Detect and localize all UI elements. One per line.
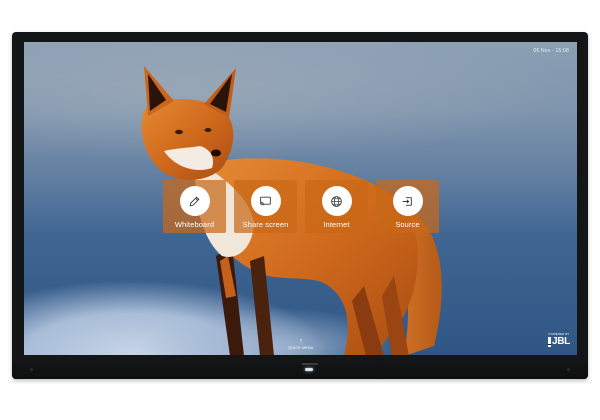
quick-menu-button[interactable]: ↑ QUICK MENU bbox=[283, 338, 319, 350]
sensor-dot-right bbox=[567, 368, 570, 371]
internet-icon-circle bbox=[321, 186, 352, 216]
input-source-icon bbox=[402, 196, 412, 206]
source-icon-circle bbox=[392, 186, 423, 216]
whiteboard-label: Whiteboard bbox=[174, 220, 215, 229]
internet-tile[interactable]: Internet bbox=[305, 180, 368, 233]
jbl-logo-mark: JBL bbox=[547, 337, 571, 347]
jbl-logo-text: JBL bbox=[552, 336, 570, 347]
source-label: Source bbox=[395, 220, 420, 229]
globe-icon bbox=[331, 195, 342, 207]
share-screen-icon-circle bbox=[250, 186, 281, 216]
internet-label: Internet bbox=[323, 220, 350, 229]
jbl-exclamation-icon bbox=[548, 337, 551, 347]
bezel-brand-mark bbox=[302, 363, 318, 365]
whiteboard-tile[interactable]: Whiteboard bbox=[163, 180, 226, 233]
power-led-indicator bbox=[305, 368, 313, 371]
status-datetime: 06 Nov · 15:08 bbox=[533, 48, 569, 54]
share-screen-label: Share screen bbox=[242, 220, 289, 229]
whiteboard-icon-circle bbox=[179, 186, 210, 216]
launcher-tiles: Whiteboard Share screen Internet Source bbox=[163, 180, 439, 233]
bezel-bottom-bar bbox=[12, 357, 588, 379]
cast-screen-icon bbox=[260, 196, 271, 205]
pencil-icon bbox=[189, 196, 200, 206]
arrow-up-icon: ↑ bbox=[299, 338, 303, 345]
sensor-dot-left bbox=[30, 368, 33, 371]
quick-menu-label: QUICK MENU bbox=[288, 346, 314, 350]
source-tile[interactable]: Source bbox=[376, 180, 439, 233]
home-screen: 06 Nov · 15:08 Whiteboard Share screen I… bbox=[24, 42, 577, 355]
page: 06 Nov · 15:08 Whiteboard Share screen I… bbox=[0, 0, 600, 420]
share-screen-tile[interactable]: Share screen bbox=[234, 180, 297, 233]
jbl-brand-logo: POWERED BY JBL bbox=[547, 332, 571, 347]
